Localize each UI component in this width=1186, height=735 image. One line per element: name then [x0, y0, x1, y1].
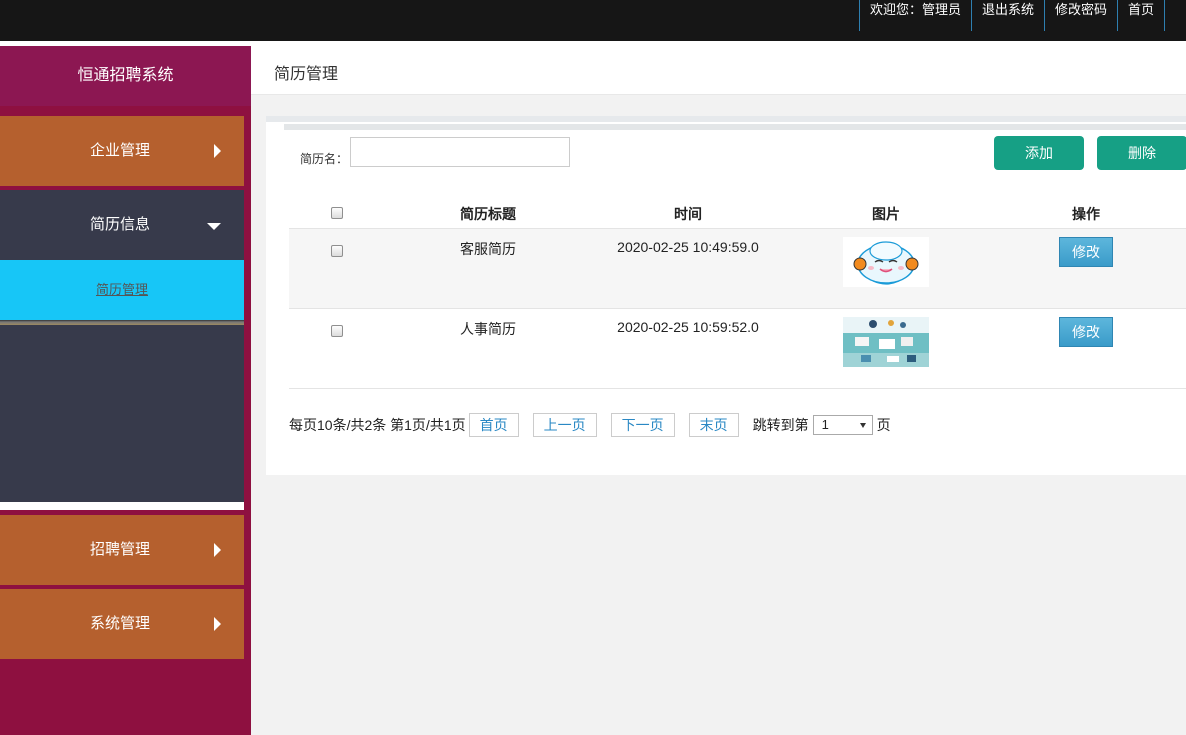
column-header: 图片 — [872, 206, 900, 222]
pagination-summary: 每页10条/共2条 第1页/共1页 — [289, 417, 466, 433]
home-link[interactable]: 首页 — [1116, 0, 1165, 31]
divider — [284, 124, 1186, 130]
jump-label: 跳转到第 — [752, 417, 809, 433]
resume-name-input[interactable] — [350, 137, 570, 167]
resume-title: 客服简历 — [460, 241, 516, 257]
resume-title: 人事简历 — [460, 321, 516, 337]
edit-button[interactable]: 修改 — [1059, 237, 1113, 267]
column-header: 简历标题 — [460, 206, 516, 222]
select-all-cell — [327, 206, 347, 222]
jump-suffix: 页 — [876, 417, 891, 433]
resume-image-cell — [786, 237, 986, 290]
sidebar-item-label: 系统管理 — [89, 615, 150, 632]
welcome-text: 欢迎您：管理员 — [858, 0, 971, 31]
submenu-panel: 简历管理 — [0, 260, 244, 502]
chevron-down-icon — [207, 223, 221, 230]
divider — [0, 320, 244, 325]
main-content: 简历管理 简历名： 添加 删除 简历标题 时间 图片 操作 客服简历 2020-… — [251, 46, 1186, 735]
logout-link[interactable]: 退出系统 — [970, 0, 1044, 31]
table-row: 客服简历 2020-02-25 10:49:59.0 修改 — [289, 229, 1186, 309]
delete-button[interactable]: 删除 — [1097, 136, 1186, 170]
sidebar: 恒通招聘系统 企业管理 简历信息 简历管理 招聘管理 系统管理 — [0, 46, 251, 735]
change-password-link[interactable]: 修改密码 — [1043, 0, 1117, 31]
select-all-checkbox[interactable] — [331, 207, 343, 219]
chevron-down-icon — [859, 423, 866, 428]
row-actions-cell: 修改 — [986, 317, 1186, 347]
page-select-value: 1 — [821, 417, 829, 432]
table-header: 简历标题 时间 图片 操作 — [289, 196, 1186, 229]
row-select-cell — [327, 244, 347, 260]
sidebar-item-resume-info[interactable]: 简历信息 — [0, 190, 244, 260]
last-page-button[interactable]: 末页 — [688, 413, 739, 437]
next-page-button[interactable]: 下一页 — [610, 413, 675, 437]
chevron-right-icon — [214, 144, 221, 158]
list-panel: 简历名： 添加 删除 简历标题 时间 图片 操作 客服简历 2020-02-25… — [266, 116, 1186, 475]
column-header: 操作 — [1072, 206, 1100, 222]
sidebar-item-label: 简历信息 — [89, 216, 150, 233]
app-brand: 恒通招聘系统 — [0, 46, 251, 106]
sidebar-item-enterprise[interactable]: 企业管理 — [0, 116, 244, 186]
resume-time: 2020-02-25 10:59:52.0 — [617, 319, 759, 335]
top-bar: 欢迎您：管理员 退出系统 修改密码 首页 — [0, 0, 1186, 41]
first-page-button[interactable]: 首页 — [468, 413, 519, 437]
prev-page-button[interactable]: 上一页 — [532, 413, 597, 437]
resume-time: 2020-02-25 10:49:59.0 — [617, 239, 759, 255]
sidebar-item-label: 企业管理 — [89, 142, 150, 159]
cartoon-headphones-avatar-icon — [843, 237, 929, 287]
office-desk-photo-icon — [843, 317, 929, 367]
page-select[interactable]: 1 — [812, 415, 873, 435]
sidebar-item-label: 招聘管理 — [89, 541, 150, 558]
top-nav: 欢迎您：管理员 退出系统 修改密码 首页 — [858, 0, 1165, 31]
resume-image-cell — [786, 317, 986, 370]
row-checkbox[interactable] — [331, 325, 343, 337]
divider — [266, 116, 1186, 122]
page-title: 简历管理 — [274, 66, 339, 83]
pagination: 每页10条/共2条 第1页/共1页 首页 上一页 下一页 末页 跳转到第 1 页 — [289, 413, 891, 437]
add-button[interactable]: 添加 — [994, 136, 1084, 170]
row-select-cell — [327, 324, 347, 340]
edit-button[interactable]: 修改 — [1059, 317, 1113, 347]
search-label: 简历名： — [300, 152, 349, 166]
row-actions-cell: 修改 — [986, 237, 1186, 267]
table-row: 人事简历 2020-02-25 10:59:52.0 修改 — [289, 309, 1186, 389]
chevron-right-icon — [214, 543, 221, 557]
divider — [0, 502, 244, 510]
chevron-right-icon — [214, 617, 221, 631]
page-header: 简历管理 — [251, 46, 1186, 95]
resume-table: 简历标题 时间 图片 操作 客服简历 2020-02-25 10:49:59.0 — [289, 196, 1186, 389]
sidebar-item-system[interactable]: 系统管理 — [0, 589, 244, 659]
sidebar-item-recruitment[interactable]: 招聘管理 — [0, 515, 244, 585]
row-checkbox[interactable] — [331, 245, 343, 257]
column-header: 时间 — [674, 206, 702, 222]
sidebar-subitem-resume-management[interactable]: 简历管理 — [0, 260, 244, 320]
